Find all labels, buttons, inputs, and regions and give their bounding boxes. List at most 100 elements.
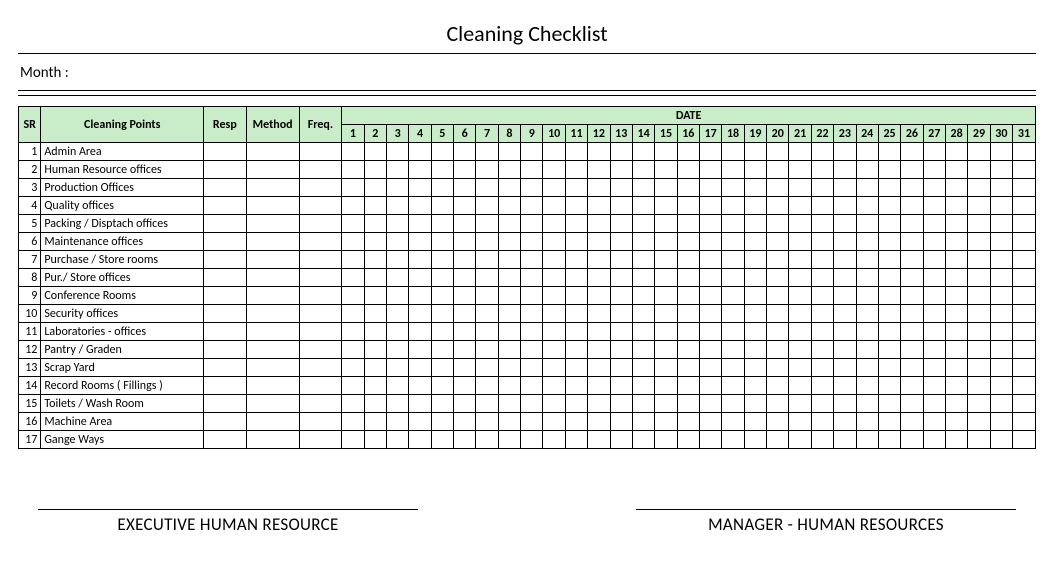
cell-day[interactable] bbox=[789, 233, 811, 251]
cell-day[interactable] bbox=[476, 359, 498, 377]
cell-day[interactable] bbox=[834, 323, 856, 341]
cell-day[interactable] bbox=[878, 197, 900, 215]
cell-day[interactable] bbox=[767, 287, 789, 305]
cell-day[interactable] bbox=[565, 413, 587, 431]
cell-day[interactable] bbox=[856, 197, 878, 215]
cell-day[interactable] bbox=[878, 143, 900, 161]
cell-day[interactable] bbox=[767, 233, 789, 251]
cell-day[interactable] bbox=[1013, 395, 1036, 413]
cell-day[interactable] bbox=[834, 161, 856, 179]
cell-day[interactable] bbox=[386, 287, 408, 305]
cell-day[interactable] bbox=[610, 233, 632, 251]
cell-day[interactable] bbox=[722, 413, 744, 431]
cell-freq[interactable] bbox=[299, 179, 342, 197]
cell-day[interactable] bbox=[431, 323, 453, 341]
cell-day[interactable] bbox=[431, 341, 453, 359]
cell-day[interactable] bbox=[722, 287, 744, 305]
cell-day[interactable] bbox=[856, 431, 878, 449]
cell-day[interactable] bbox=[521, 197, 543, 215]
cell-day[interactable] bbox=[945, 341, 967, 359]
cell-resp[interactable] bbox=[204, 305, 247, 323]
cell-day[interactable] bbox=[968, 197, 990, 215]
cell-day[interactable] bbox=[923, 413, 945, 431]
cell-day[interactable] bbox=[789, 143, 811, 161]
cell-day[interactable] bbox=[744, 143, 766, 161]
cell-resp[interactable] bbox=[204, 413, 247, 431]
cell-day[interactable] bbox=[454, 179, 476, 197]
cell-day[interactable] bbox=[431, 197, 453, 215]
cell-day[interactable] bbox=[789, 269, 811, 287]
cell-day[interactable] bbox=[454, 161, 476, 179]
cell-day[interactable] bbox=[878, 413, 900, 431]
cell-day[interactable] bbox=[856, 179, 878, 197]
cell-day[interactable] bbox=[945, 269, 967, 287]
cell-day[interactable] bbox=[834, 359, 856, 377]
cell-day[interactable] bbox=[990, 287, 1012, 305]
cell-day[interactable] bbox=[521, 323, 543, 341]
cell-day[interactable] bbox=[476, 251, 498, 269]
cell-day[interactable] bbox=[588, 377, 610, 395]
cell-day[interactable] bbox=[878, 305, 900, 323]
cell-day[interactable] bbox=[409, 251, 431, 269]
cell-day[interactable] bbox=[610, 269, 632, 287]
cell-day[interactable] bbox=[364, 215, 386, 233]
cell-day[interactable] bbox=[722, 305, 744, 323]
cell-day[interactable] bbox=[990, 341, 1012, 359]
cell-day[interactable] bbox=[610, 251, 632, 269]
cell-freq[interactable] bbox=[299, 251, 342, 269]
cell-day[interactable] bbox=[342, 161, 364, 179]
cell-day[interactable] bbox=[588, 359, 610, 377]
cell-day[interactable] bbox=[476, 305, 498, 323]
cell-day[interactable] bbox=[699, 179, 721, 197]
cell-day[interactable] bbox=[677, 251, 699, 269]
cell-day[interactable] bbox=[543, 179, 565, 197]
cell-day[interactable] bbox=[878, 233, 900, 251]
cell-day[interactable] bbox=[364, 179, 386, 197]
cell-day[interactable] bbox=[409, 179, 431, 197]
cell-day[interactable] bbox=[677, 197, 699, 215]
cell-day[interactable] bbox=[834, 377, 856, 395]
cell-day[interactable] bbox=[677, 395, 699, 413]
cell-day[interactable] bbox=[834, 269, 856, 287]
cell-day[interactable] bbox=[722, 395, 744, 413]
cell-day[interactable] bbox=[454, 431, 476, 449]
cell-day[interactable] bbox=[364, 359, 386, 377]
cell-day[interactable] bbox=[1013, 431, 1036, 449]
cell-freq[interactable] bbox=[299, 395, 342, 413]
cell-day[interactable] bbox=[521, 359, 543, 377]
cell-day[interactable] bbox=[588, 305, 610, 323]
cell-day[interactable] bbox=[655, 395, 677, 413]
cell-day[interactable] bbox=[521, 269, 543, 287]
cell-day[interactable] bbox=[364, 197, 386, 215]
cell-day[interactable] bbox=[409, 197, 431, 215]
cell-day[interactable] bbox=[789, 395, 811, 413]
cell-day[interactable] bbox=[878, 377, 900, 395]
cell-day[interactable] bbox=[521, 305, 543, 323]
cell-day[interactable] bbox=[878, 341, 900, 359]
cell-day[interactable] bbox=[431, 215, 453, 233]
cell-day[interactable] bbox=[789, 179, 811, 197]
cell-day[interactable] bbox=[901, 395, 923, 413]
cell-day[interactable] bbox=[498, 143, 520, 161]
cell-day[interactable] bbox=[588, 161, 610, 179]
cell-day[interactable] bbox=[409, 233, 431, 251]
cell-day[interactable] bbox=[386, 305, 408, 323]
cell-day[interactable] bbox=[945, 395, 967, 413]
cell-day[interactable] bbox=[923, 251, 945, 269]
cell-day[interactable] bbox=[699, 413, 721, 431]
cell-day[interactable] bbox=[588, 251, 610, 269]
cell-day[interactable] bbox=[945, 413, 967, 431]
cell-day[interactable] bbox=[990, 215, 1012, 233]
cell-day[interactable] bbox=[834, 431, 856, 449]
cell-resp[interactable] bbox=[204, 269, 247, 287]
cell-day[interactable] bbox=[878, 323, 900, 341]
cell-day[interactable] bbox=[968, 359, 990, 377]
cell-day[interactable] bbox=[901, 251, 923, 269]
cell-day[interactable] bbox=[521, 377, 543, 395]
cell-day[interactable] bbox=[342, 251, 364, 269]
cell-day[interactable] bbox=[565, 305, 587, 323]
cell-day[interactable] bbox=[722, 161, 744, 179]
cell-day[interactable] bbox=[543, 377, 565, 395]
cell-day[interactable] bbox=[856, 215, 878, 233]
cell-day[interactable] bbox=[476, 287, 498, 305]
